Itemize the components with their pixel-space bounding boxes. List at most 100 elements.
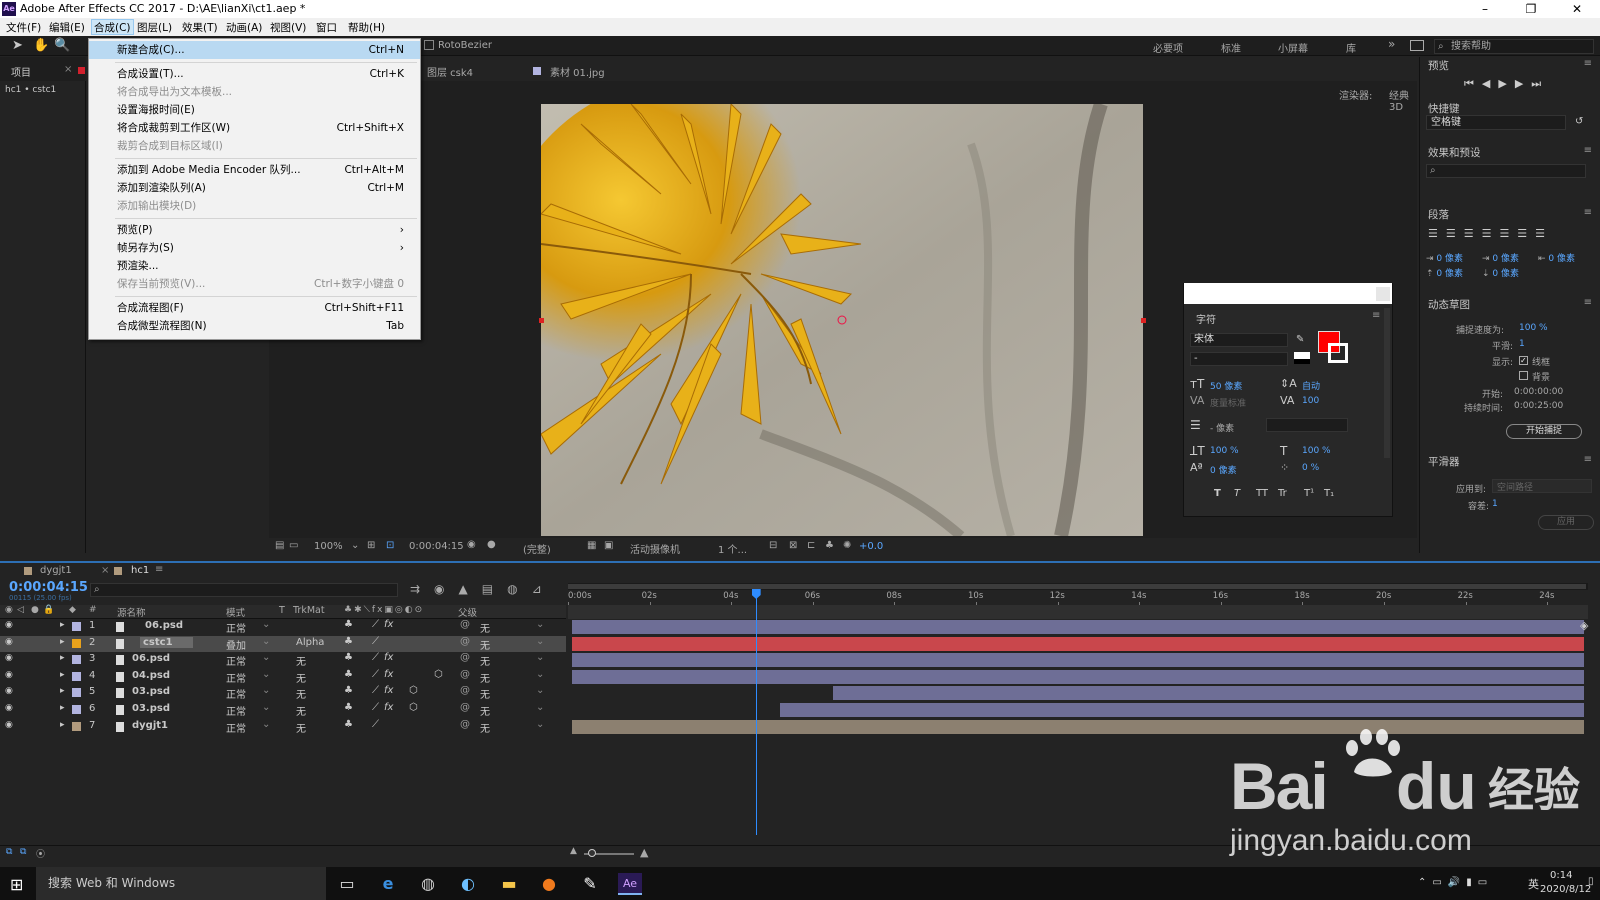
font-size-value[interactable]: 50 像素 [1210, 379, 1242, 392]
pickwhip-icon[interactable]: @ [460, 702, 470, 713]
paragraph-align-icons[interactable]: ☰☰☰☰☰☰☰ [1428, 227, 1553, 240]
clock-date[interactable]: 2020/8/12 [1540, 884, 1591, 895]
layer-mode-select[interactable]: 叠加 [226, 637, 266, 652]
layer-duration-bar[interactable] [572, 636, 1584, 651]
font-family-select[interactable]: 宋体 [1190, 333, 1288, 347]
eye-icon[interactable]: ◉ [5, 686, 13, 696]
fx-icon[interactable]: fx [384, 702, 393, 713]
subscript-button[interactable]: T₁ [1324, 488, 1334, 499]
menu-icon[interactable]: ≡ [1372, 310, 1380, 321]
layer-name[interactable]: 03.psd [132, 686, 170, 697]
close-tab-icon[interactable]: × [64, 64, 72, 75]
layer-name[interactable]: 06.psd [132, 653, 170, 664]
zoom-tool-icon[interactable]: 🔍 [54, 38, 70, 53]
time-navigator[interactable] [568, 605, 1588, 619]
quality-icon[interactable]: ⟋ [372, 619, 379, 630]
toggle-transfer-icon[interactable]: ⧉ [20, 847, 26, 857]
shy-icon[interactable]: ♣ [344, 669, 353, 680]
menu-item-14[interactable]: 预渲染... [89, 257, 420, 275]
close-button[interactable]: ✕ [1554, 0, 1600, 18]
exposure-icon[interactable]: ✺ [843, 540, 851, 551]
expand-arrow-icon[interactable]: ▸ [60, 720, 65, 730]
toggle-layer-switches-icon[interactable]: ⧉ [6, 847, 12, 857]
chevron-down-icon[interactable]: ⌄ [536, 652, 544, 663]
layer-name[interactable]: cstc1 [140, 636, 193, 648]
space-after[interactable]: ⇣ 0 像素 [1482, 266, 1519, 279]
menu-item-4[interactable]: 设置海报时间(E) [89, 101, 420, 119]
capture-speed-value[interactable]: 100 % [1519, 323, 1548, 333]
menu-item-13[interactable]: 帧另存为(S) › [89, 239, 420, 257]
space-before[interactable]: ⇡ 0 像素 [1426, 266, 1463, 279]
chevron-down-icon[interactable]: ⌄ [262, 702, 270, 713]
menu-item-0[interactable]: 新建合成(C)... Ctrl+N [89, 41, 420, 59]
layer-trkmat-select[interactable]: 无 [296, 703, 306, 718]
timeline-tab-dygjt1[interactable]: dygjt1 [40, 565, 72, 576]
eye-icon[interactable]: ◉ [5, 703, 13, 713]
fit-icon[interactable]: ⊞ [367, 540, 375, 551]
menu-item-12[interactable]: 预览(P) › [89, 221, 420, 239]
flowchart-icon[interactable]: ⊏ [807, 540, 815, 551]
layer-label-swatch[interactable] [72, 638, 81, 648]
timeline-zoom-slider[interactable] [584, 849, 634, 857]
fx-icon[interactable]: fx [384, 669, 393, 680]
chevron-down-icon[interactable]: ⌄ [262, 685, 270, 696]
timeline-switch-icons[interactable]: ⇉◉▲▤◍⊿ [410, 582, 556, 596]
expand-arrow-icon[interactable]: ▸ [60, 620, 65, 630]
expand-arrow-icon[interactable]: ▸ [60, 670, 65, 680]
zoom-in-icon[interactable]: ▲ [640, 846, 648, 859]
chevron-down-icon[interactable]: ⌄ [536, 636, 544, 647]
layer-trkmat-select[interactable]: Alpha [296, 637, 324, 648]
layer-row[interactable]: ◉ ▸ 1 06.psd 正常 ⌄ ♣ ⟋ fx @ 无 ⌄ [0, 619, 566, 635]
layer-duration-bar[interactable] [572, 653, 1584, 668]
menu-icon[interactable]: ≡ [1584, 297, 1592, 308]
layer-mode-select[interactable]: 正常 [226, 653, 266, 668]
shy-icon[interactable]: ♣ [344, 719, 353, 730]
layer-name[interactable]: 06.psd [145, 620, 183, 631]
layer-label-swatch[interactable] [72, 655, 81, 665]
quality-icon[interactable]: ⟋ [372, 669, 379, 680]
pickwhip-icon[interactable]: @ [460, 636, 470, 647]
menu-item-10[interactable]: 添加输出模块(D) [89, 197, 420, 215]
menu-item-9[interactable]: 添加到渲染队列(A) Ctrl+M [89, 179, 420, 197]
shy-icon[interactable]: ♣ [344, 619, 353, 630]
layer-duration-bar[interactable] [572, 620, 1584, 634]
chevron-down-icon[interactable]: ⌄ [262, 669, 270, 680]
layer-row[interactable]: ◉ ▸ 2 cstc1 叠加 ⌄ Alpha ♣ ⟋ @ 无 ⌄ [0, 635, 566, 652]
toggle-time-stretch-icon[interactable]: ⦿ [36, 847, 45, 860]
quality-icon[interactable]: ⟋ [372, 719, 379, 730]
menu-file[interactable]: 文件(F) [4, 20, 43, 35]
playhead[interactable] [751, 589, 761, 835]
chevron-down-icon[interactable]: ⌄ [536, 669, 544, 680]
layer-row[interactable]: ◉ ▸ 6 03.psd 正常 ⌄ 无 ♣ ⟋ fx ⬡ @ 无 ⌄ [0, 702, 566, 718]
chevron-down-icon[interactable]: ⌄ [536, 619, 544, 630]
start-capture-button[interactable]: 开始捕捉 [1506, 424, 1582, 439]
layer-duration-bar[interactable] [780, 703, 1584, 717]
layer-parent-select[interactable]: 无 [480, 720, 490, 735]
layer-mode-select[interactable]: 正常 [226, 720, 266, 735]
time-ruler[interactable]: 0:00s 02s 04s 06s 08s 10s 12s 14s 16s 18s 20s 22s 24… [568, 591, 1588, 605]
resolution-select[interactable]: (完整) [523, 541, 551, 556]
expand-arrow-icon[interactable]: ▸ [60, 686, 65, 696]
menu-item-8[interactable]: 添加到 Adobe Media Encoder 队列... Ctrl+Alt+M [89, 161, 420, 179]
shy-icon[interactable]: ♣ [344, 685, 353, 696]
all-caps-button[interactable]: TT [1256, 488, 1268, 499]
workspace-small-screen[interactable]: 小屏幕 [1278, 40, 1308, 55]
tracking-value[interactable]: 100 [1302, 396, 1319, 406]
layer-label-swatch[interactable] [72, 671, 81, 681]
menu-icon[interactable]: ≡ [1584, 454, 1592, 465]
col-source-name[interactable]: 源名称 [117, 605, 146, 619]
composition-viewer[interactable] [541, 104, 1143, 536]
folder-icon[interactable]: ▬ [497, 873, 521, 895]
stroke-type-select[interactable] [1266, 418, 1348, 432]
chevron-down-icon[interactable]: ⌄ [536, 685, 544, 696]
chevron-down-icon[interactable]: ⌄ [262, 719, 270, 730]
monitor-icon[interactable]: ▭ [289, 540, 298, 551]
eye-icon[interactable]: ◉ [5, 670, 13, 680]
workspace-essentials[interactable]: 必要项 [1153, 40, 1183, 55]
leading-value[interactable]: 自动 [1302, 379, 1320, 392]
fx-icon[interactable]: fx [384, 619, 393, 630]
black-white-swatch[interactable] [1294, 352, 1310, 364]
chevron-down-icon[interactable]: ⌄ [262, 636, 270, 647]
minimize-button[interactable]: – [1462, 0, 1508, 18]
fx-icon[interactable]: fx [384, 685, 393, 696]
